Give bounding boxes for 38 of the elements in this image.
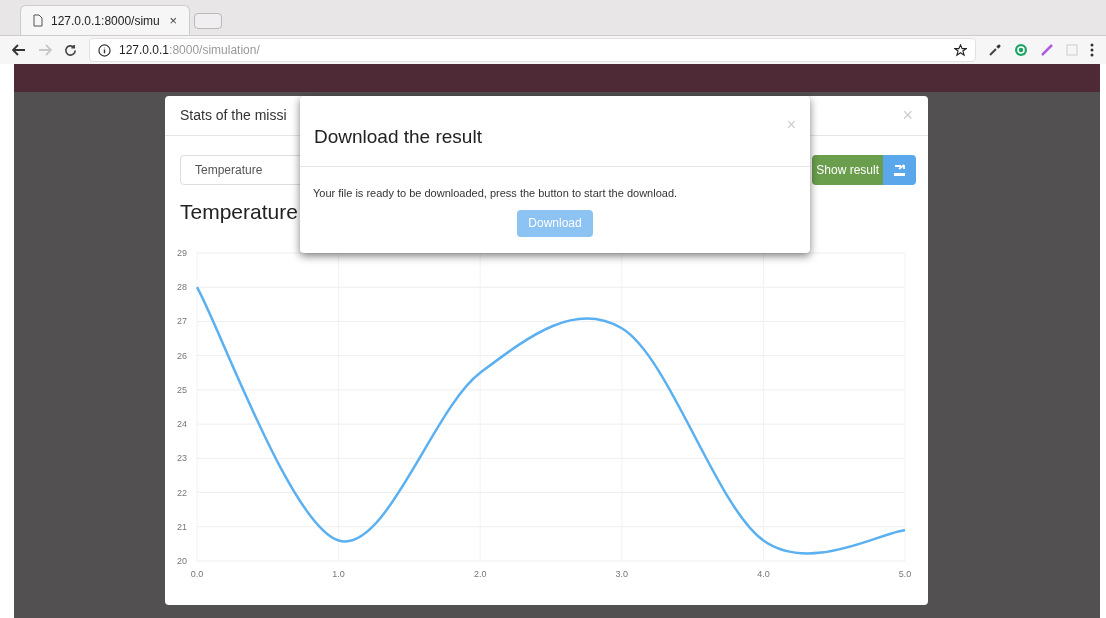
x-tick-label: 3.0 [615,569,629,579]
reload-icon[interactable] [64,43,77,57]
y-tick-label: 26 [177,350,187,361]
y-tick-label: 27 [177,316,187,327]
download-button[interactable]: Download [517,209,593,237]
close-button[interactable]: × [902,102,913,129]
x-tick-label: 4.0 [757,569,770,579]
y-tick-label: 24 [177,419,187,430]
bookmark-star-icon[interactable] [954,43,967,57]
x-tick-label: 1.0 [332,569,345,579]
address-field[interactable]: 127.0.0.1:8000/simulation/ [89,38,976,62]
show-result-button[interactable]: Show result [812,155,883,185]
y-tick-label: 28 [177,282,187,293]
browser-tab[interactable]: 127.0.0.1:8000/simu × [20,5,190,35]
back-icon[interactable] [12,44,26,56]
x-tick-label: 0.0 [190,569,204,579]
y-tick-label: 21 [177,521,187,532]
page-icon [33,14,43,27]
y-tick-label: 20 [177,556,187,566]
x-tick-label: 5.0 [898,569,912,579]
tab-close-button[interactable]: × [169,10,177,31]
x-tick-label: 2.0 [473,569,487,579]
download-message: Your file is ready to be downloaded, press the button to start the download. [313,186,678,201]
y-tick-label: 29 [177,248,187,258]
modal-title: Download the result [314,125,482,149]
y-tick-label: 25 [177,384,187,395]
tab-title: 127.0.0.1:8000/simu [51,12,160,30]
extension-icon[interactable] [988,43,1002,57]
url-text: 127.0.0.1:8000/simulation/ [119,42,260,59]
modal-title: Stats of the missi [180,106,287,125]
menu-icon[interactable] [1090,43,1094,57]
info-icon [98,43,111,57]
close-button[interactable]: × [786,113,796,137]
chart-title: Temperature [179,199,298,222]
export-button[interactable] [883,155,916,185]
export-icon [893,163,906,177]
y-tick-label: 23 [177,453,187,464]
y-tick-label: 22 [177,487,187,498]
